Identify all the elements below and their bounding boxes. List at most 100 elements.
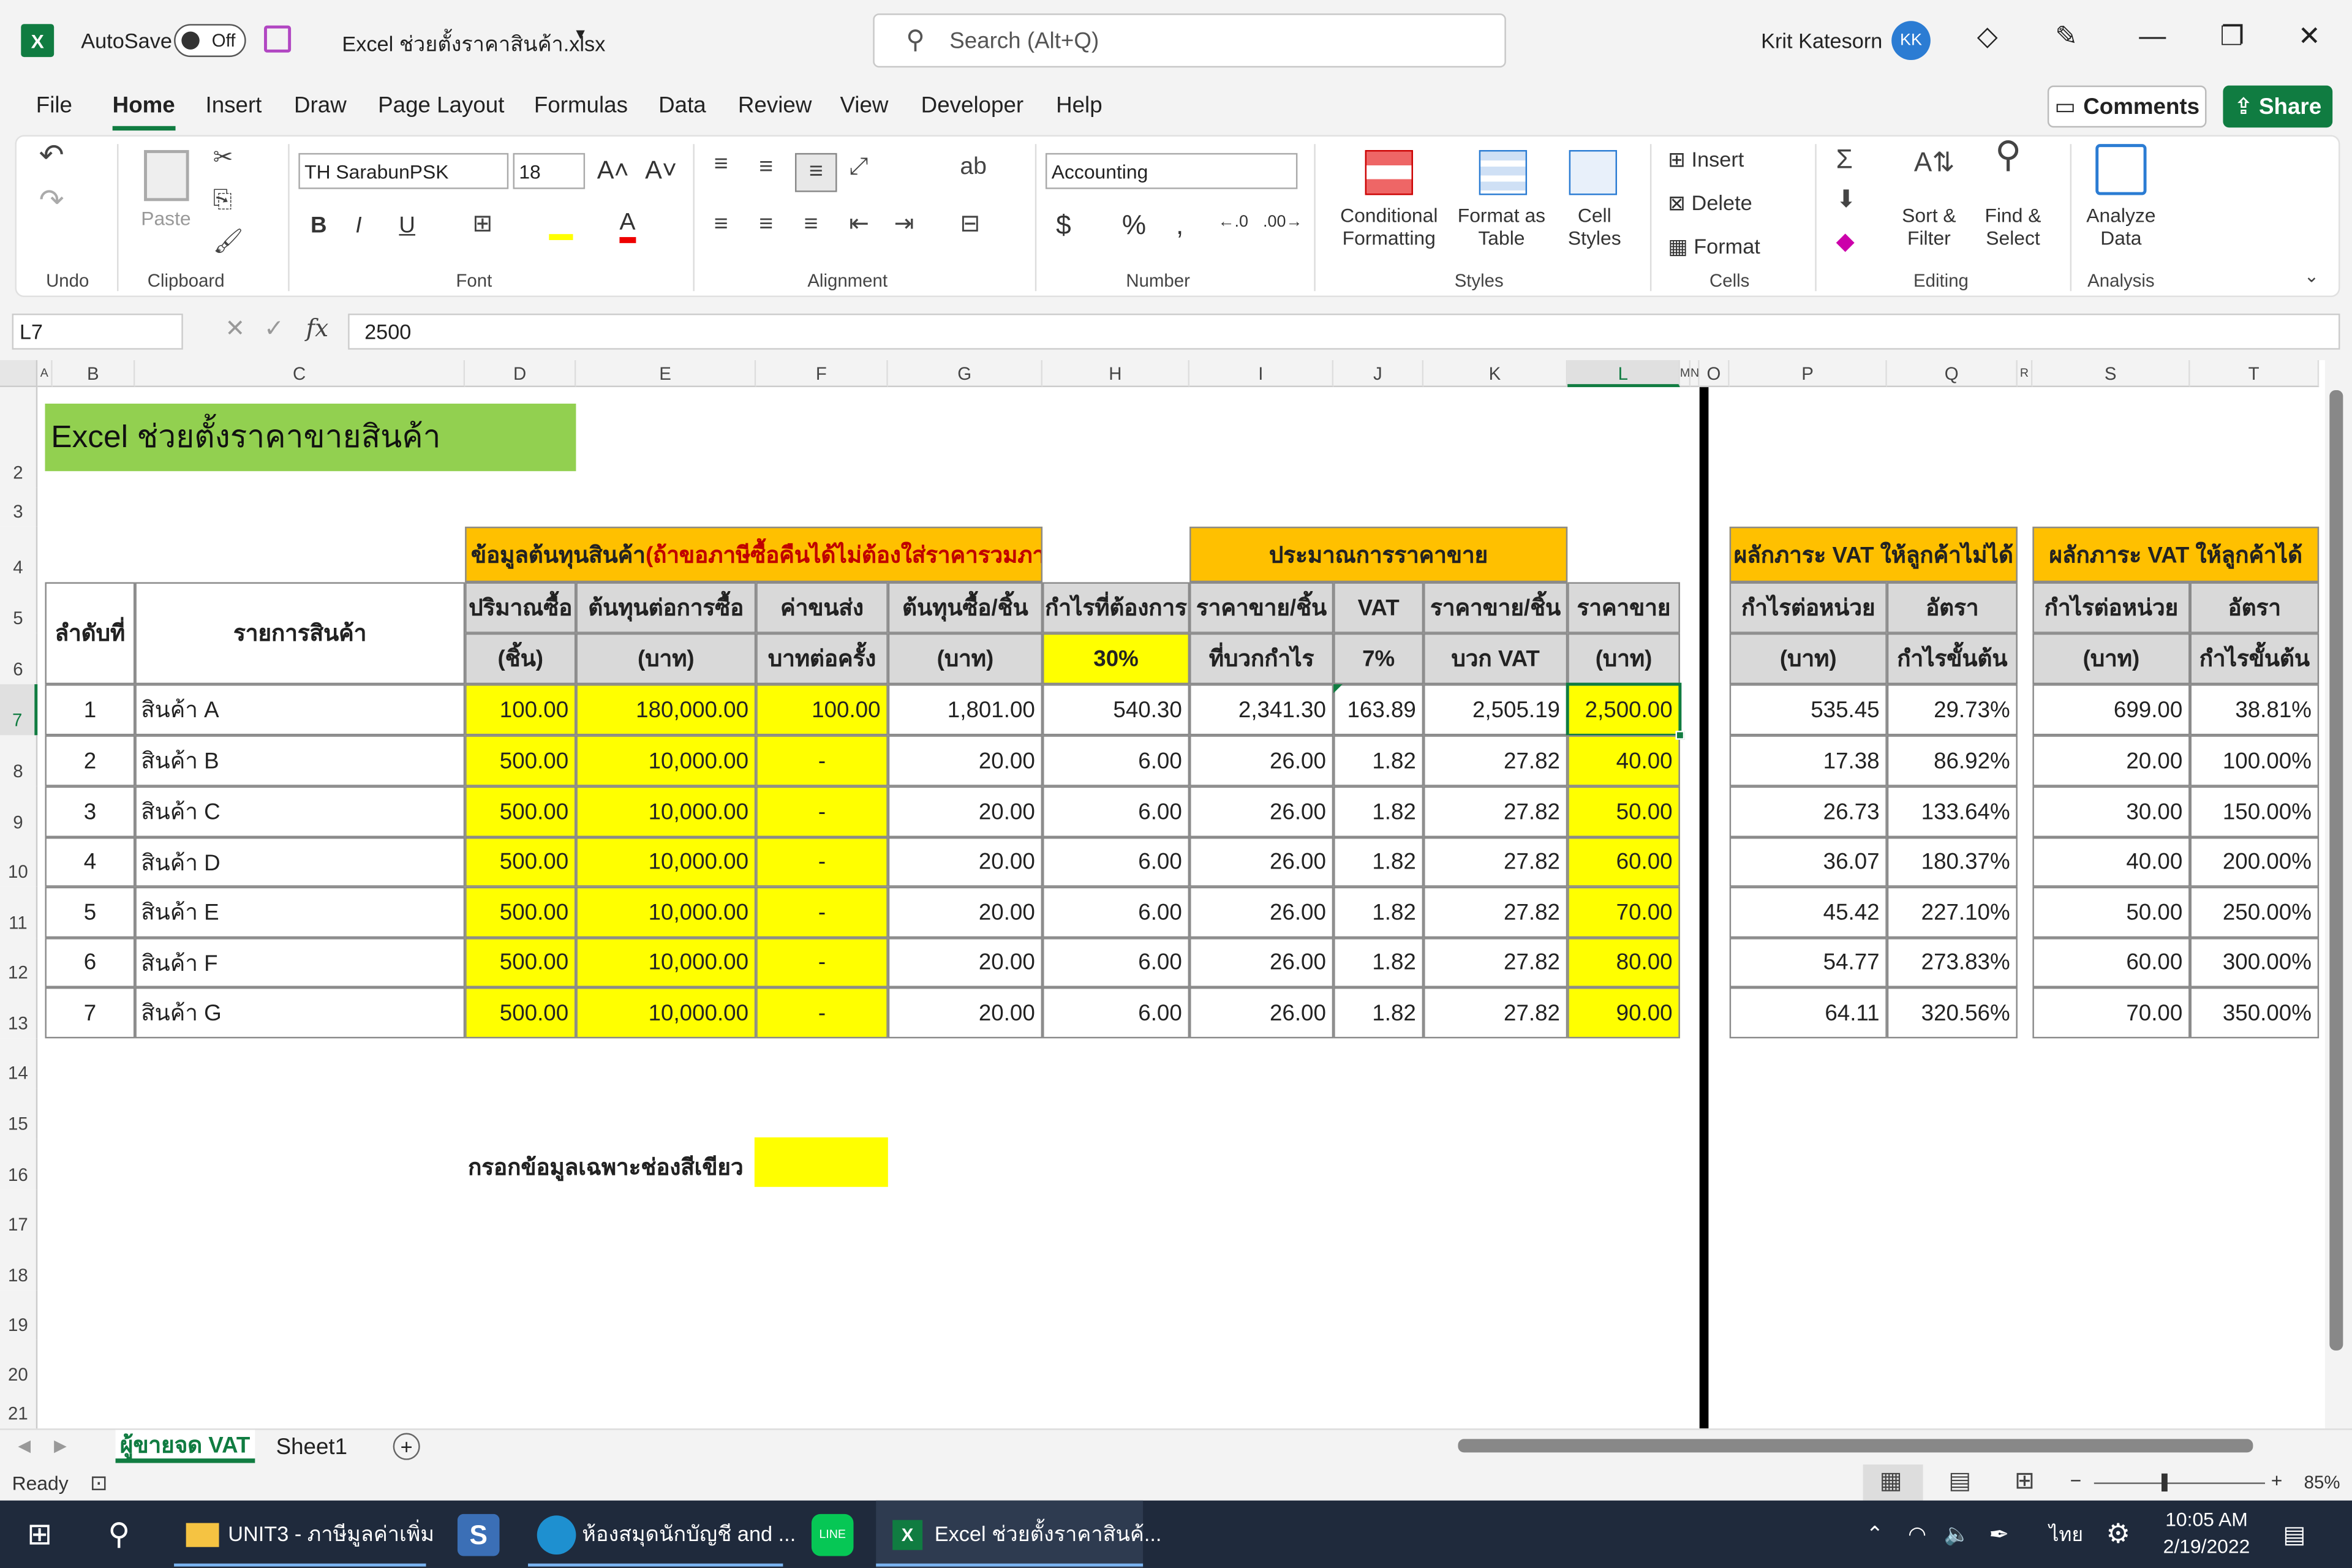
zoom-level[interactable]: 85% (2304, 1472, 2340, 1493)
fill-icon[interactable]: ⬇ (1836, 188, 1856, 213)
decrease-font-icon[interactable]: A˅ (645, 156, 677, 186)
cell-pu2[interactable]: 70.00 (2032, 987, 2190, 1039)
cell-no[interactable]: 1 (45, 684, 135, 736)
number-format-select[interactable]: Accounting (1045, 153, 1298, 189)
header-cell[interactable]: ที่บวกกำไร (1189, 633, 1334, 685)
increase-indent-icon[interactable]: ⇥ (894, 213, 914, 237)
page-break-view-icon[interactable]: ⊞ (2015, 1470, 2035, 1494)
cell-vat[interactable]: 1.82 (1333, 886, 1424, 938)
cell-qty[interactable]: 100.00 (465, 684, 576, 736)
fill-color-icon[interactable] (549, 213, 573, 240)
cell-ship[interactable]: - (756, 786, 888, 837)
header-cell[interactable]: ราคาขาย (1567, 582, 1680, 633)
horizontal-scroll-thumb[interactable] (1458, 1439, 2253, 1453)
sheet-title[interactable]: Excel ช่วยตั้งราคาขายสินค้า (45, 403, 576, 472)
header-cell[interactable]: กำไรขั้นต้น (1887, 633, 2018, 685)
zoom-out-icon[interactable]: − (2070, 1469, 2082, 1491)
column-header[interactable]: D (465, 360, 576, 388)
column-header[interactable]: G (888, 360, 1043, 388)
cell-pu1[interactable]: 535.45 (1729, 684, 1887, 736)
cell-vat[interactable]: 1.82 (1333, 735, 1424, 786)
column-header[interactable]: E (576, 360, 756, 388)
cell-pu2[interactable]: 40.00 (2032, 837, 2190, 887)
prev-sheet-icon[interactable]: ◀ (18, 1434, 31, 1458)
header-cell[interactable]: กำไรต่อหน่วย (1729, 582, 1887, 633)
chevron-down-icon[interactable]: ▼ (573, 27, 588, 43)
row-header[interactable]: 14 (0, 1038, 38, 1088)
cell-unit[interactable]: 20.00 (888, 735, 1043, 786)
cell-sp[interactable]: 26.00 (1189, 837, 1334, 887)
minimize-icon[interactable]: — (2139, 21, 2166, 52)
row-header[interactable]: 11 (0, 886, 38, 938)
network-icon[interactable]: ◠ (1908, 1501, 1926, 1568)
cell-item[interactable]: สินค้า C (135, 786, 466, 837)
taskbar-line[interactable]: LINE (811, 1501, 854, 1568)
column-header[interactable]: N (1691, 360, 1700, 388)
header-cell[interactable]: (บาท) (888, 633, 1043, 685)
cell-unit[interactable]: 20.00 (888, 837, 1043, 887)
menu-review[interactable]: Review (738, 93, 812, 119)
menu-developer[interactable]: Developer (921, 93, 1023, 119)
cell-r2[interactable]: 38.81% (2190, 684, 2320, 736)
header-cell[interactable]: บวก VAT (1423, 633, 1568, 685)
cell-unit[interactable]: 20.00 (888, 886, 1043, 938)
header-estimate[interactable]: ประมาณการราคาขาย (1189, 526, 1568, 582)
cell-no[interactable]: 6 (45, 938, 135, 987)
column-header[interactable]: Q (1887, 360, 2018, 388)
cell-profit[interactable]: 6.00 (1042, 786, 1190, 837)
cell-no[interactable]: 7 (45, 987, 135, 1039)
cell-r2[interactable]: 200.00% (2190, 837, 2320, 887)
decrease-indent-icon[interactable]: ⇤ (849, 213, 869, 237)
row-header[interactable]: 18 (0, 1239, 38, 1291)
row-header[interactable]: 12 (0, 938, 38, 987)
row-header[interactable]: 3 (0, 488, 38, 527)
row-header[interactable]: 4 (0, 526, 38, 582)
tab-sheet1[interactable]: Sheet1 (276, 1430, 347, 1463)
align-left-icon[interactable]: ≡ (714, 213, 728, 237)
header-cell[interactable]: (บาท) (2032, 633, 2190, 685)
file-name[interactable]: Excel ช่วยตั้งราคาสินค้า.xlsx (342, 29, 605, 62)
cell-profit[interactable]: 540.30 (1042, 684, 1190, 736)
language-indicator[interactable]: ไทย (2049, 1501, 2083, 1568)
header-cell[interactable]: (ชิ้น) (465, 633, 576, 685)
cell-qty[interactable]: 500.00 (465, 837, 576, 887)
cell-pu2[interactable]: 30.00 (2032, 786, 2190, 837)
conditional-formatting-button[interactable]: Conditional Formatting (1332, 204, 1446, 249)
pen-icon[interactable]: ✎ (2055, 21, 2078, 52)
cell-pu2[interactable]: 50.00 (2032, 886, 2190, 938)
cell-price[interactable]: 40.00 (1567, 735, 1680, 786)
cell-spv[interactable]: 27.82 (1423, 938, 1568, 987)
format-cells-button[interactable]: ▦ Format (1668, 234, 1760, 260)
cell-spv[interactable]: 27.82 (1423, 837, 1568, 887)
decrease-decimal-icon[interactable]: .00→ (1263, 213, 1302, 231)
align-middle-icon[interactable]: ≡ (759, 156, 773, 180)
column-header[interactable]: A (37, 360, 53, 388)
clear-icon[interactable]: ◆ (1836, 230, 1855, 255)
taskbar-excel[interactable]: X Excel ช่วยตั้งราคาสินค้... (892, 1501, 1161, 1568)
cell-item[interactable]: สินค้า A (135, 684, 466, 736)
cell-pu2[interactable]: 699.00 (2032, 684, 2190, 736)
taskbar-explorer[interactable]: UNIT3 - ภาษีมูลค่าเพิ่ม (186, 1501, 434, 1568)
delete-cells-button[interactable]: ⊠ Delete (1668, 190, 1752, 216)
menu-data[interactable]: Data (658, 93, 706, 119)
cell-pu1[interactable]: 17.38 (1729, 735, 1887, 786)
sort-filter-icon[interactable]: A⇅ (1914, 149, 1954, 176)
percent-icon[interactable]: % (1122, 210, 1146, 241)
tab-active-sheet[interactable]: ผู้ขายจด VAT (115, 1430, 255, 1463)
header-cell[interactable]: VAT (1333, 582, 1424, 633)
cell-r2[interactable]: 150.00% (2190, 786, 2320, 837)
cell-profit[interactable]: 6.00 (1042, 837, 1190, 887)
align-bottom-icon[interactable]: ≡ (794, 153, 837, 192)
font-size-select[interactable]: 18 (513, 153, 586, 189)
column-header[interactable]: H (1042, 360, 1190, 388)
cell-pu2[interactable]: 20.00 (2032, 735, 2190, 786)
increase-decimal-icon[interactable]: ←.0 (1218, 213, 1248, 231)
cell-qty[interactable]: 500.00 (465, 735, 576, 786)
row-header[interactable]: 19 (0, 1290, 38, 1340)
row-header[interactable]: 17 (0, 1189, 38, 1240)
comma-icon[interactable]: , (1176, 210, 1183, 241)
cell-r2[interactable]: 250.00% (2190, 886, 2320, 938)
header-cell[interactable]: อัตรา (1887, 582, 2018, 633)
cell-item[interactable]: สินค้า D (135, 837, 466, 887)
cell-r1[interactable]: 86.92% (1887, 735, 2018, 786)
